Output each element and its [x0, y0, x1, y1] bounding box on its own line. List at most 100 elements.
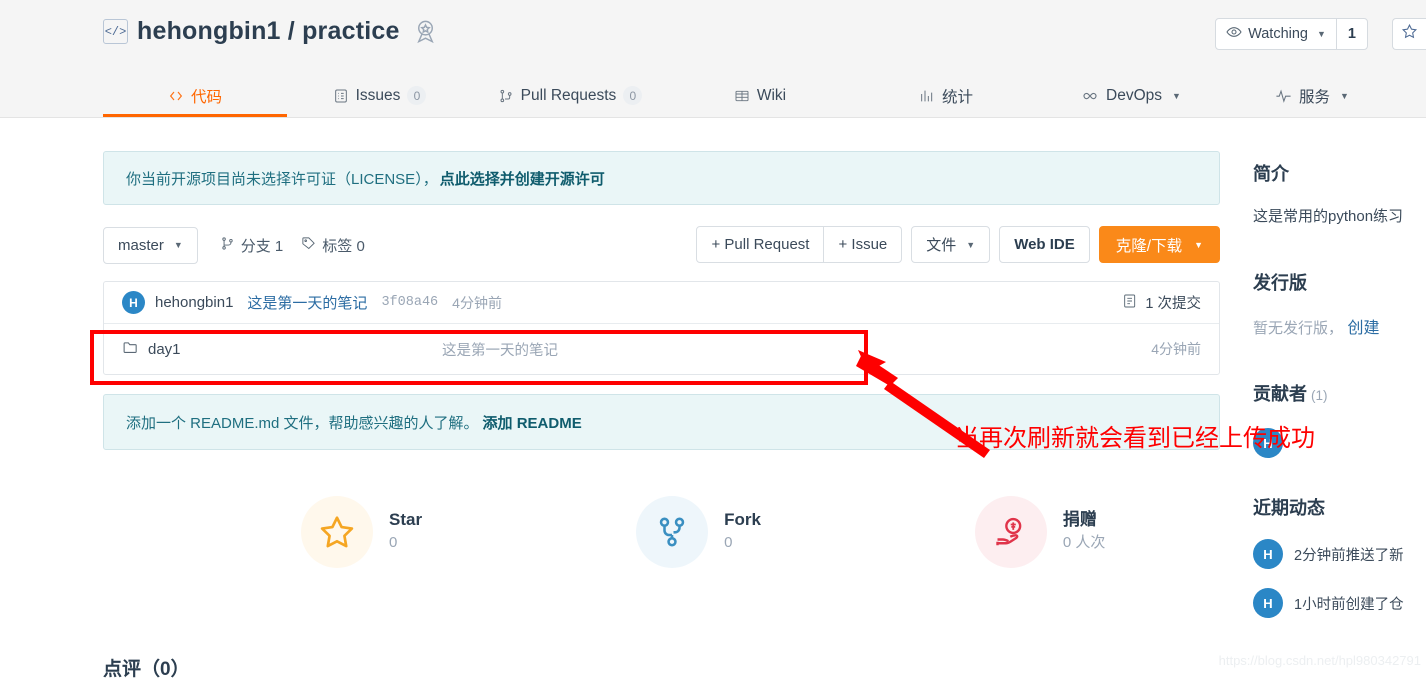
pulse-icon — [1275, 87, 1292, 104]
clone-download-button[interactable]: 克隆/下载 ▼ — [1098, 226, 1220, 263]
tab-statistics-label: 统计 — [941, 88, 973, 106]
sidebar-section-activity: 近期动态 H 2分钟前推送了新 H 1小时前创建了仓 — [1253, 494, 1426, 618]
chevron-down-icon: ▼ — [173, 240, 183, 250]
tab-wiki[interactable]: Wiki — [668, 72, 852, 117]
tags-stat[interactable]: 标签 0 — [301, 235, 365, 256]
book-icon — [734, 88, 750, 104]
donate-count: 0 人次 — [1062, 534, 1106, 552]
chevron-down-icon: ▼ — [1194, 239, 1203, 250]
add-readme-link[interactable]: 添加 README — [483, 412, 582, 433]
file-commit-message: 这是第一天的笔记 — [442, 342, 558, 359]
donate-action[interactable]: 捐赠 0 人次 — [974, 496, 1106, 568]
tab-pull-requests[interactable]: Pull Requests 0 — [472, 72, 668, 117]
tab-devops[interactable]: DevOps ▼ — [1040, 72, 1222, 117]
commit-time: 4分钟前 — [452, 294, 502, 311]
donate-hand-icon — [974, 496, 1047, 568]
tab-statistics[interactable]: 统计 — [852, 72, 1040, 117]
repo-sidebar: 简介 这是常用的python练习 发行版 暂无发行版， 创建 贡献者 (1) H … — [1253, 118, 1426, 618]
folder-icon — [122, 339, 139, 360]
repo-identity: </> hehongbin1 / practice — [103, 17, 439, 46]
star-label: Star — [389, 510, 423, 530]
page-title[interactable]: hehongbin1 / practice — [137, 17, 400, 46]
commit-message[interactable]: 这是第一天的笔记 — [247, 292, 367, 313]
infinity-icon — [1081, 87, 1099, 105]
create-button-group: + Pull Request + Issue — [696, 226, 903, 263]
files-menu-label: 文件 — [926, 237, 957, 254]
code-icon — [168, 88, 184, 104]
star-action[interactable]: Star 0 — [301, 496, 422, 568]
watermark-text: https://blog.csdn.net/hpl980342791 — [1218, 653, 1421, 668]
new-issue-button[interactable]: + Issue — [824, 226, 903, 263]
readme-notice-text: 添加一个 README.md 文件，帮助感兴趣的人了解。 — [126, 414, 479, 432]
contributors-count: (1) — [1311, 388, 1328, 403]
contributors-heading-label: 贡献者 — [1253, 384, 1307, 404]
social-actions: Star 0 Fork 0 捐赠 0 人次 — [103, 496, 1220, 568]
sidebar-section-intro: 简介 这是常用的python练习 — [1253, 160, 1426, 226]
releases-heading: 发行版 — [1253, 273, 1307, 293]
file-name-label: day1 — [148, 340, 181, 358]
file-browser: H hehongbin1 这是第一天的笔记 3f08a46 4分钟前 1 次提交 — [103, 281, 1220, 375]
watch-control-group[interactable]: Watching ▼ 1 — [1215, 18, 1368, 50]
files-menu-button[interactable]: 文件 ▼ — [911, 226, 991, 263]
fork-count: 0 — [724, 534, 733, 552]
star-button[interactable] — [1392, 18, 1426, 50]
list-item[interactable]: H 1小时前创建了仓 — [1253, 588, 1426, 618]
avatar[interactable]: H — [122, 291, 145, 314]
repo-toolbar: master ▼ 分支 1 标签 0 + Pull Request + Issu… — [103, 226, 1220, 264]
tag-icon — [301, 236, 316, 255]
intro-heading: 简介 — [1253, 164, 1289, 184]
fork-label: Fork — [724, 510, 761, 530]
create-release-link[interactable]: 创建 — [1347, 320, 1379, 337]
commit-author[interactable]: hehongbin1 — [155, 294, 233, 311]
avatar[interactable]: H — [1253, 588, 1283, 618]
intro-text: 这是常用的python练习 — [1253, 208, 1404, 225]
license-notice-banner: 你当前开源项目尚未选择许可证（LICENSE）， 点此选择并创建开源许可 — [103, 151, 1220, 205]
tab-pull-requests-count: 0 — [623, 86, 643, 105]
table-row[interactable]: day1 这是第一天的笔记 4分钟前 — [104, 324, 1219, 374]
sidebar-section-releases: 发行版 暂无发行版， 创建 — [1253, 269, 1426, 338]
watch-button[interactable]: Watching ▼ — [1216, 19, 1336, 49]
tab-wiki-label: Wiki — [756, 86, 787, 104]
list-item[interactable]: H 2分钟前推送了新 — [1253, 539, 1426, 569]
chart-bar-icon — [919, 88, 935, 104]
tab-services[interactable]: 服务 ▼ — [1222, 72, 1402, 117]
reviews-heading: 点评（0） — [103, 659, 190, 678]
clone-download-label: 克隆/下载 — [1115, 237, 1183, 255]
tab-issues[interactable]: Issues 0 — [287, 72, 472, 117]
issues-icon — [333, 88, 349, 104]
license-create-link[interactable]: 点此选择并创建开源许可 — [440, 168, 605, 189]
contributors-heading: 贡献者 (1) — [1253, 380, 1426, 406]
star-count: 0 — [389, 534, 398, 552]
commit-count-link[interactable]: 1 次提交 — [1122, 292, 1201, 313]
tab-services-label: 服务 — [1299, 88, 1331, 106]
commit-hash[interactable]: 3f08a46 — [381, 295, 438, 310]
branch-selector[interactable]: master ▼ — [103, 226, 198, 264]
activity-text: 2分钟前推送了新 — [1294, 547, 1404, 564]
star-outline-icon — [1401, 23, 1418, 45]
star-icon — [301, 496, 373, 568]
tab-code[interactable]: 代码 — [103, 72, 287, 117]
fork-action[interactable]: Fork 0 — [636, 496, 761, 568]
branches-stat[interactable]: 分支 1 — [220, 235, 284, 256]
toolbar-actions: + Pull Request + Issue 文件 ▼ Web IDE 克隆/下… — [696, 226, 1220, 263]
fork-icon — [636, 496, 709, 568]
page-header: </> hehongbin1 / practice Watching ▼ 1 代… — [0, 0, 1426, 118]
tab-code-label: 代码 — [190, 88, 222, 106]
tab-devops-label: DevOps — [1106, 86, 1163, 104]
commit-list-icon — [1122, 293, 1138, 313]
branch-selector-label: master — [118, 236, 164, 254]
web-ide-button[interactable]: Web IDE — [999, 226, 1090, 263]
watch-count[interactable]: 1 — [1335, 19, 1367, 49]
repository-page: </> hehongbin1 / practice Watching ▼ 1 代… — [0, 0, 1426, 678]
annotation-text: 当再次刷新就会看到已经上传成功 — [955, 424, 1315, 452]
new-pull-request-button[interactable]: + Pull Request — [696, 226, 825, 263]
branches-label: 分支 1 — [240, 237, 284, 255]
avatar[interactable]: H — [1253, 539, 1283, 569]
code-brackets-icon: </> — [103, 19, 128, 44]
chevron-down-icon: ▼ — [1340, 90, 1349, 101]
latest-commit-row: H hehongbin1 这是第一天的笔记 3f08a46 4分钟前 1 次提交 — [104, 282, 1219, 324]
file-entry-name[interactable]: day1 — [122, 339, 442, 360]
repo-nav-tabs: 代码 Issues 0 Pull Requests 0 Wiki 统计 DevO… — [103, 72, 1402, 117]
tab-pull-requests-label: Pull Requests — [520, 86, 617, 104]
branch-icon — [220, 236, 235, 255]
